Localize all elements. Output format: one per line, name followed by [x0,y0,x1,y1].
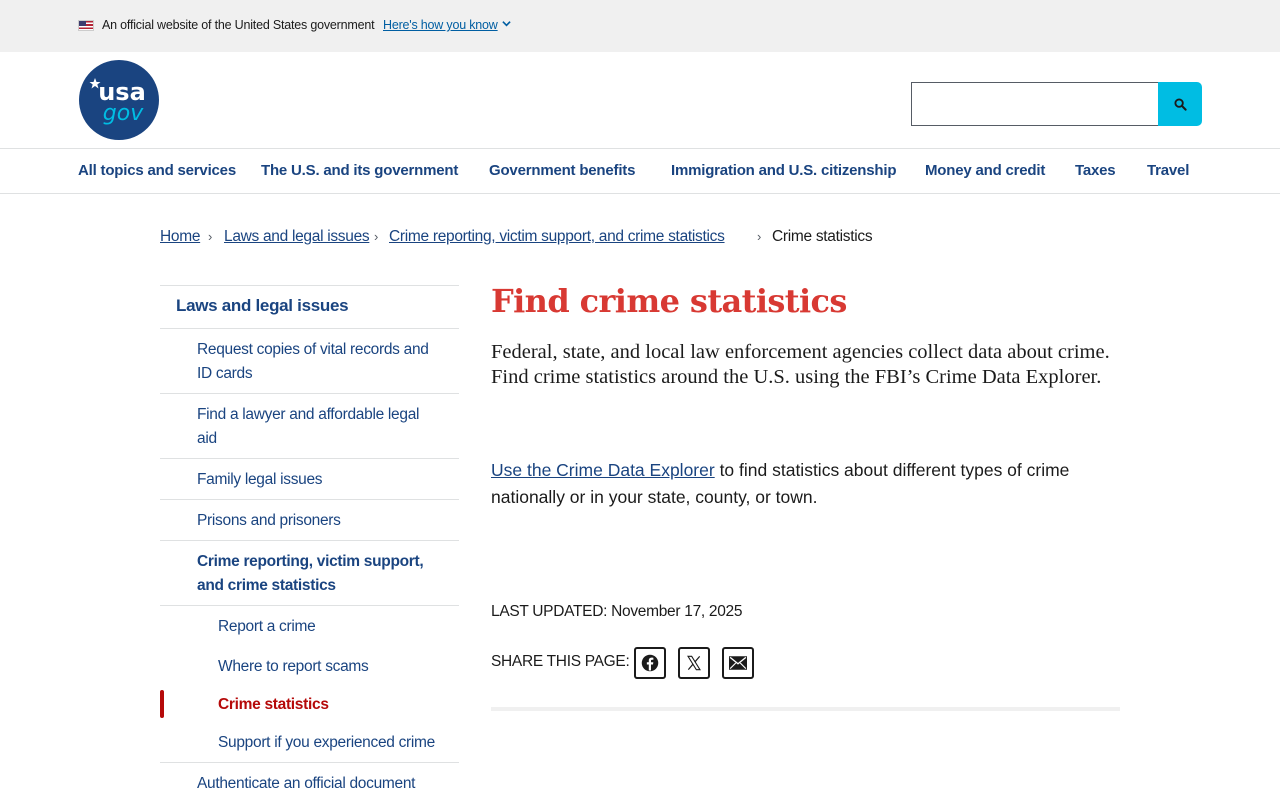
email-icon [729,656,747,670]
divider [160,540,459,541]
nav-all-topics[interactable]: All topics and services [78,162,236,179]
breadcrumb-home[interactable]: Home [160,228,200,246]
sidenav-heading[interactable]: Laws and legal issues [176,294,349,318]
search-icon [1173,97,1187,111]
chevron-right-icon: › [208,229,213,244]
breadcrumb-crime-reporting[interactable]: Crime reporting, victim support, and cri… [389,228,725,246]
gov-banner: An official website of the United States… [0,0,1280,52]
body-paragraph: Use the Crime Data Explorer to find stat… [491,457,1091,511]
sidenav-item-vital-records[interactable]: Request copies of vital records and ID c… [197,338,447,386]
main-nav: All topics and services The U.S. and its… [0,148,1280,194]
sidenav-item-crime-reporting[interactable]: Crime reporting, victim support, and cri… [197,550,447,598]
divider [160,762,459,763]
share-facebook-button[interactable] [634,647,666,679]
page-title: Find crime statistics [491,282,847,320]
share-email-button[interactable] [722,647,754,679]
crime-data-explorer-link[interactable]: Use the Crime Data Explorer [491,460,715,480]
nav-money-credit[interactable]: Money and credit [925,162,1045,179]
share-label: Share this page: [491,653,630,670]
sidenav-subitem-crime-statistics[interactable]: Crime statistics [218,693,329,717]
nav-us-government[interactable]: The U.S. and its government [261,162,458,179]
divider [160,285,459,286]
divider [160,605,459,606]
search-input[interactable] [911,82,1159,126]
page-lead: Federal, state, and local law enforcemen… [491,341,1110,388]
nav-travel[interactable]: Travel [1147,162,1189,179]
nav-immigration[interactable]: Immigration and U.S. citizenship [671,162,896,179]
sidenav-item-family[interactable]: Family legal issues [197,468,323,492]
logo-text-gov: gov [103,101,144,126]
last-updated: Last updated: November 17, 2025 [491,603,742,621]
share-x-button[interactable] [678,647,710,679]
breadcrumb-laws[interactable]: Laws and legal issues [224,228,370,246]
last-updated-date: November 17, 2025 [611,603,743,620]
heres-how-you-know-link[interactable]: Here's how you know [383,18,498,32]
chevron-right-icon: › [374,229,379,244]
banner-text: An official website of the United States… [102,18,375,32]
sidenav-subitem-report-scams[interactable]: Where to report scams [218,655,369,679]
breadcrumb-current: Crime statistics [772,228,873,245]
content-divider [491,707,1120,711]
nav-government-benefits[interactable]: Government benefits [489,162,635,179]
nav-taxes[interactable]: Taxes [1075,162,1116,179]
divider [160,393,459,394]
divider [160,458,459,459]
last-updated-label: Last updated: [491,603,608,620]
chevron-down-icon[interactable] [502,19,511,31]
sidenav-item-authenticate[interactable]: Authenticate an official document [197,772,415,796]
sidenav-subitem-support[interactable]: Support if you experienced crime [218,731,435,755]
sidenav-item-lawyer[interactable]: Find a lawyer and affordable legal aid [197,403,437,451]
us-flag-icon [78,20,94,31]
divider [160,328,459,329]
search-button[interactable] [1158,82,1202,126]
chevron-right-icon: › [757,229,762,244]
facebook-icon [641,654,659,672]
sidenav-item-prisons[interactable]: Prisons and prisoners [197,509,341,533]
current-indicator [160,690,164,718]
x-icon [687,655,701,671]
usagov-logo[interactable]: usa gov [79,60,159,140]
sidenav-subitem-report-crime[interactable]: Report a crime [218,615,316,639]
divider [160,499,459,500]
